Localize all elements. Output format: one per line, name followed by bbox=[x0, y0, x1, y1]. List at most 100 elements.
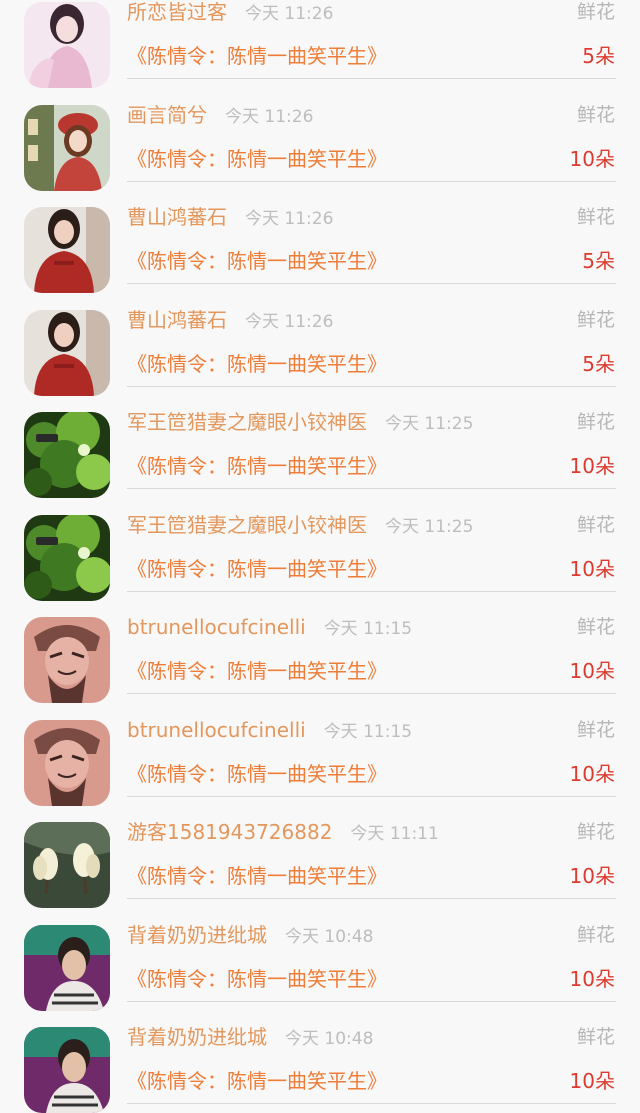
record-detail: 《陈情令：陈情一曲笑平生》 5朵 bbox=[127, 40, 617, 72]
record-header: 军王笸猎妻之魔眼小铰神医 今天 11:25 鲜花 bbox=[127, 509, 617, 541]
green-plant-avatar[interactable] bbox=[24, 412, 110, 498]
user-name[interactable]: 曹山鸿蕃石 今天 11:26 bbox=[127, 304, 333, 338]
book-title[interactable]: 《陈情令：陈情一曲笑平生》 bbox=[127, 655, 387, 687]
timestamp: 今天 10:48 bbox=[285, 926, 374, 947]
user-name[interactable]: 背着奶奶进纰城 今天 10:48 bbox=[127, 1021, 373, 1055]
record-header: 军王笸猎妻之魔眼小铰神医 今天 11:25 鲜花 bbox=[127, 406, 617, 438]
list-item[interactable]: 曹山鸿蕃石 今天 11:26 鲜花 《陈情令：陈情一曲笑平生》 5朵 bbox=[0, 189, 640, 293]
book-title[interactable]: 《陈情令：陈情一曲笑平生》 bbox=[127, 450, 387, 482]
magnolia-flower-avatar[interactable] bbox=[24, 822, 110, 908]
flower-count: 10朵 bbox=[569, 454, 615, 478]
gift-label: 鲜花 bbox=[576, 821, 615, 843]
divider bbox=[127, 1000, 616, 1002]
timestamp: 今天 11:26 bbox=[245, 4, 334, 24]
record-header: 游客1581943726882 今天 11:11 鲜花 bbox=[127, 816, 617, 848]
book-title[interactable]: 《陈情令：陈情一曲笑平生》 bbox=[127, 245, 387, 277]
gift-label: 鲜花 bbox=[576, 923, 615, 946]
girl-pink-avatar[interactable] bbox=[24, 2, 110, 88]
book-title[interactable]: 《陈情令：陈情一曲笑平生》 bbox=[127, 553, 387, 585]
man-portrait-avatar[interactable] bbox=[24, 924, 110, 1011]
book-title[interactable]: 《陈情令：陈情一曲笑平生》 bbox=[127, 348, 387, 380]
book-title[interactable]: 《陈情令：陈情一曲笑平生》 bbox=[127, 40, 387, 72]
divider bbox=[127, 590, 616, 592]
user-name[interactable]: btrunellocufcinelli 今天 11:15 bbox=[127, 611, 412, 645]
list-item[interactable]: 曹山鸿蕃石 今天 11:26 鲜花 《陈情令：陈情一曲笑平生》 5朵 bbox=[0, 292, 640, 396]
record-detail: 《陈情令：陈情一曲笑平生》 5朵 bbox=[127, 348, 617, 380]
gift-label: 鲜花 bbox=[576, 718, 615, 741]
divider bbox=[127, 1103, 616, 1104]
gift-label: 鲜花 bbox=[576, 513, 615, 536]
woman-red-coat-avatar[interactable] bbox=[24, 309, 110, 396]
list-item[interactable]: 背着奶奶进纰城 今天 10:48 鲜花 《陈情令：陈情一曲笑平生》 10朵 bbox=[0, 907, 640, 1011]
record-detail: 《陈情令：陈情一曲笑平生》 10朵 bbox=[127, 860, 617, 892]
list-item[interactable]: 背着奶奶进纰城 今天 10:48 鲜花 《陈情令：陈情一曲笑平生》 10朵 bbox=[0, 1009, 640, 1113]
list-item[interactable]: 画言简兮 今天 11:26 鲜花 《陈情令：陈情一曲笑平生》 10朵 bbox=[0, 87, 640, 191]
record-detail: 《陈情令：陈情一曲笑平生》 10朵 bbox=[127, 143, 617, 175]
divider bbox=[127, 898, 616, 899]
girl-red-hat-avatar[interactable] bbox=[24, 104, 110, 191]
gift-label: 鲜花 bbox=[576, 1, 615, 23]
list-item[interactable]: 游客1581943726882 今天 11:11 鲜花 《陈情令：陈情一曲笑平生》… bbox=[0, 804, 640, 908]
timestamp: 今天 11:25 bbox=[385, 414, 474, 434]
record-detail: 《陈情令：陈情一曲笑平生》 10朵 bbox=[127, 450, 617, 482]
user-name[interactable]: btrunellocufcinelli 今天 11:15 bbox=[127, 714, 412, 748]
timestamp: 今天 11:15 bbox=[323, 721, 413, 742]
user-name[interactable]: 军王笸猎妻之魔眼小铰神医 今天 11:25 bbox=[127, 406, 473, 440]
book-title[interactable]: 《陈情令：陈情一曲笑平生》 bbox=[127, 860, 387, 892]
flower-count: 10朵 bbox=[569, 556, 615, 581]
divider bbox=[127, 283, 616, 284]
divider bbox=[127, 693, 616, 694]
timestamp: 今天 10:48 bbox=[285, 1029, 374, 1049]
divider bbox=[127, 795, 616, 797]
record-detail: 《陈情令：陈情一曲笑平生》 5朵 bbox=[127, 245, 617, 277]
timestamp: 今天 11:26 bbox=[225, 106, 314, 127]
timestamp: 今天 11:15 bbox=[323, 619, 413, 639]
record-detail: 《陈情令：陈情一曲笑平生》 10朵 bbox=[127, 655, 617, 687]
user-name[interactable]: 军王笸猎妻之魔眼小铰神医 今天 11:25 bbox=[127, 509, 473, 543]
record-header: 曹山鸿蕃石 今天 11:26 鲜花 bbox=[127, 201, 617, 233]
flower-count: 10朵 bbox=[569, 659, 615, 683]
timestamp: 今天 11:11 bbox=[350, 824, 439, 844]
list-item[interactable]: btrunellocufcinelli 今天 11:15 鲜花 《陈情令：陈情一曲… bbox=[0, 702, 640, 806]
gift-record-list: 所恋皆过客 今天 11:26 鲜花 《陈情令：陈情一曲笑平生》 5朵 画言简兮 今天… bbox=[0, 0, 640, 1113]
book-title[interactable]: 《陈情令：陈情一曲笑平生》 bbox=[127, 1065, 387, 1097]
record-header: 背着奶奶进纰城 今天 10:48 鲜花 bbox=[127, 919, 617, 951]
divider bbox=[127, 78, 616, 79]
book-title[interactable]: 《陈情令：陈情一曲笑平生》 bbox=[127, 963, 387, 995]
book-title[interactable]: 《陈情令：陈情一曲笑平生》 bbox=[127, 758, 387, 790]
list-item[interactable]: 军王笸猎妻之魔眼小铰神医 今天 11:25 鲜花 《陈情令：陈情一曲笑平生》 10… bbox=[0, 497, 640, 601]
user-name[interactable]: 曹山鸿蕃石 今天 11:26 bbox=[127, 201, 333, 235]
user-name[interactable]: 所恋皆过客 今天 11:26 bbox=[127, 0, 333, 30]
list-item[interactable]: btrunellocufcinelli 今天 11:15 鲜花 《陈情令：陈情一曲… bbox=[0, 599, 640, 703]
divider bbox=[127, 488, 616, 489]
man-portrait-avatar[interactable] bbox=[24, 1027, 110, 1113]
record-detail: 《陈情令：陈情一曲笑平生》 10朵 bbox=[127, 963, 617, 995]
book-title[interactable]: 《陈情令：陈情一曲笑平生》 bbox=[127, 143, 387, 175]
divider bbox=[127, 385, 616, 387]
record-header: btrunellocufcinelli 今天 11:15 鲜花 bbox=[127, 611, 617, 643]
warrior-sketch-avatar[interactable] bbox=[24, 719, 110, 806]
record-detail: 《陈情令：陈情一曲笑平生》 10朵 bbox=[127, 553, 617, 585]
flower-count: 5朵 bbox=[582, 351, 615, 376]
record-header: 所恋皆过客 今天 11:26 鲜花 bbox=[127, 0, 617, 28]
warrior-sketch-avatar[interactable] bbox=[24, 617, 110, 703]
timestamp: 今天 11:26 bbox=[245, 209, 334, 229]
green-plant-avatar[interactable] bbox=[24, 514, 110, 601]
gift-label: 鲜花 bbox=[576, 616, 615, 638]
record-header: btrunellocufcinelli 今天 11:15 鲜花 bbox=[127, 714, 617, 746]
record-detail: 《陈情令：陈情一曲笑平生》 10朵 bbox=[127, 1065, 617, 1097]
user-name[interactable]: 背着奶奶进纰城 今天 10:48 bbox=[127, 919, 373, 953]
list-item[interactable]: 军王笸猎妻之魔眼小铰神医 今天 11:25 鲜花 《陈情令：陈情一曲笑平生》 10… bbox=[0, 394, 640, 498]
gift-label: 鲜花 bbox=[576, 308, 615, 331]
timestamp: 今天 11:26 bbox=[245, 311, 334, 332]
record-header: 曹山鸿蕃石 今天 11:26 鲜花 bbox=[127, 304, 617, 336]
user-name[interactable]: 画言简兮 今天 11:26 bbox=[127, 99, 313, 133]
flower-count: 10朵 bbox=[569, 761, 615, 786]
list-item[interactable]: 所恋皆过客 今天 11:26 鲜花 《陈情令：陈情一曲笑平生》 5朵 bbox=[0, 0, 640, 88]
flower-count: 10朵 bbox=[569, 1069, 615, 1093]
user-name[interactable]: 游客1581943726882 今天 11:11 bbox=[127, 816, 439, 850]
flower-count: 10朵 bbox=[569, 864, 615, 888]
gift-label: 鲜花 bbox=[576, 411, 615, 433]
woman-red-coat-avatar[interactable] bbox=[24, 207, 110, 293]
timestamp: 今天 11:25 bbox=[385, 516, 474, 537]
